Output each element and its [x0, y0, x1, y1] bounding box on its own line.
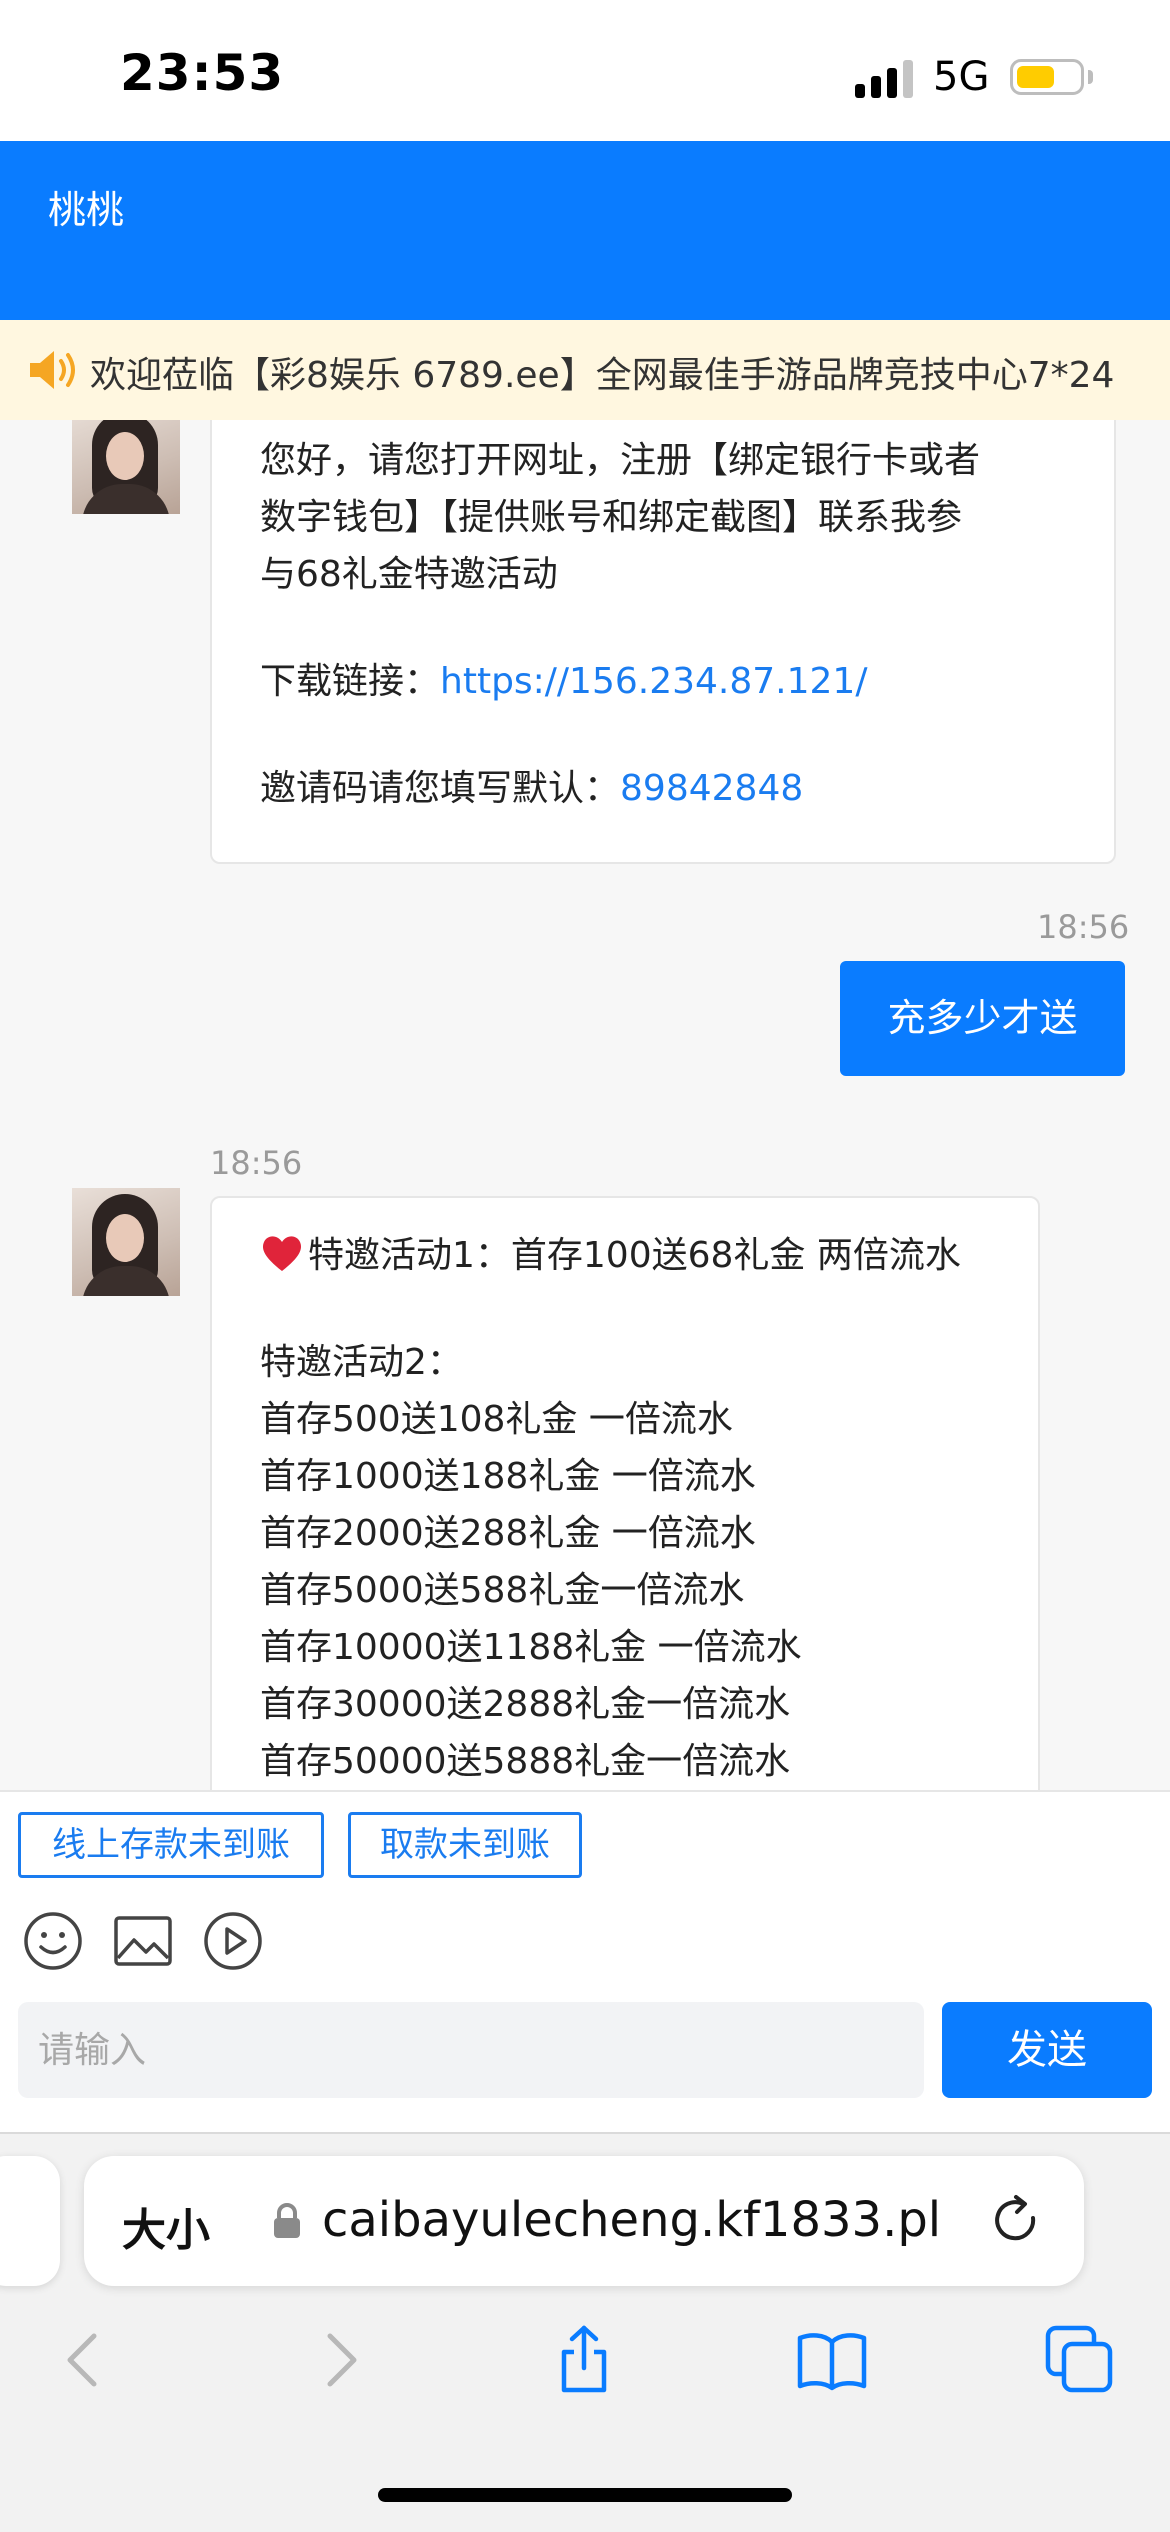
message-timestamp: 18:56	[1037, 908, 1130, 946]
agent-avatar[interactable]	[72, 420, 180, 514]
back-icon[interactable]	[50, 2324, 122, 2396]
activity-1-text: 特邀活动1：首存100送68礼金 两倍流水	[308, 1235, 961, 1276]
video-icon[interactable]	[202, 1910, 264, 1972]
bookmarks-icon[interactable]	[796, 2324, 868, 2396]
emoji-icon[interactable]	[22, 1910, 84, 1972]
tabs-icon[interactable]	[1044, 2324, 1116, 2396]
speaker-icon	[30, 351, 75, 389]
address-bar[interactable]: 大小 caibayulecheng.kf1833.pl	[84, 2156, 1084, 2286]
send-button[interactable]: 发送	[942, 2002, 1152, 2098]
activity-2-item: 首存1000送188礼金 一倍流水	[260, 1456, 756, 1497]
download-label: 下载链接：	[260, 661, 441, 702]
message-line: 您好，请您打开网址，注册【绑定银行卡或者	[260, 440, 981, 481]
download-link[interactable]: https://156.234.87.121/	[440, 661, 867, 702]
message-line: 数字钱包】【提供账号和绑定截图】联系我参	[260, 497, 963, 538]
invite-line: 邀请码请您填写默认：89842848	[260, 760, 803, 817]
activity-2-item: 首存2000送288礼金 一倍流水	[260, 1513, 756, 1554]
previous-tab-peek[interactable]	[0, 2156, 60, 2286]
input-panel: 线上存款未到账 取款未到账 发送	[0, 1790, 1170, 2132]
activity-2-item: 首存500送108礼金 一倍流水	[260, 1399, 733, 1440]
image-icon[interactable]	[112, 1910, 174, 1972]
activity-2-title: 特邀活动2：	[260, 1342, 463, 1383]
lock-icon	[274, 2203, 300, 2238]
heart-icon	[262, 1236, 302, 1271]
chat-title: 桃桃	[48, 188, 125, 232]
message-timestamp: 18:56	[210, 1144, 303, 1182]
agent-message-bubble: 特邀活动1：首存100送68礼金 两倍流水 特邀活动2： 首存500送108礼金…	[210, 1196, 1040, 1790]
chat-message-list[interactable]: 您好，请您打开网址，注册【绑定银行卡或者 数字钱包】【提供账号和绑定截图】联系我…	[0, 420, 1170, 1790]
invite-code-link[interactable]: 89842848	[620, 768, 803, 809]
signal-strength-icon	[855, 58, 913, 98]
activity-2-item: 首存10000送1188礼金 一倍流水	[260, 1627, 802, 1668]
agent-message-bubble: 您好，请您打开网址，注册【绑定银行卡或者 数字钱包】【提供账号和绑定截图】联系我…	[210, 420, 1116, 864]
activity-2-item: 首存50000送5888礼金一倍流水	[260, 1741, 791, 1782]
share-icon[interactable]	[548, 2324, 620, 2396]
quick-reply-withdraw-button[interactable]: 取款未到账	[348, 1812, 582, 1878]
home-indicator	[378, 2488, 792, 2502]
message-input[interactable]	[18, 2002, 924, 2098]
announcement-text: 欢迎莅临【彩8娱乐 6789.ee】全网最佳手游品牌竞技中心7*24	[90, 355, 1115, 396]
reload-icon[interactable]	[989, 2192, 1045, 2248]
url-text[interactable]: caibayulecheng.kf1833.pl	[322, 2192, 941, 2248]
quick-reply-deposit-button[interactable]: 线上存款未到账	[18, 1812, 324, 1878]
battery-level-fill	[1017, 66, 1054, 88]
my-message-bubble: 充多少才送	[840, 961, 1125, 1076]
status-bar: 23:53 5G	[0, 0, 1170, 141]
announcement-bar: 欢迎莅临【彩8娱乐 6789.ee】全网最佳手游品牌竞技中心7*24	[0, 320, 1170, 420]
activity-1-line: 特邀活动1：首存100送68礼金 两倍流水	[260, 1227, 961, 1284]
text-size-button[interactable]: 大小	[122, 2194, 210, 2258]
my-message-text: 充多少才送	[887, 996, 1078, 1040]
download-line: 下载链接：https://156.234.87.121/	[260, 653, 867, 710]
battery-icon	[1010, 59, 1084, 95]
message-line: 与68礼金特邀活动	[260, 554, 558, 595]
battery-cap	[1088, 70, 1093, 84]
forward-icon[interactable]	[302, 2324, 374, 2396]
activity-2-item: 首存30000送2888礼金一倍流水	[260, 1684, 791, 1725]
activity-2-item: 首存5000送588礼金一倍流水	[260, 1570, 745, 1611]
agent-avatar[interactable]	[72, 1188, 180, 1296]
invite-label: 邀请码请您填写默认：	[260, 768, 621, 809]
chat-header: 桃桃	[0, 141, 1170, 320]
network-type: 5G	[933, 54, 990, 100]
status-time: 23:53	[120, 44, 285, 102]
browser-toolbar: 大小 caibayulecheng.kf1833.pl	[0, 2132, 1170, 2532]
